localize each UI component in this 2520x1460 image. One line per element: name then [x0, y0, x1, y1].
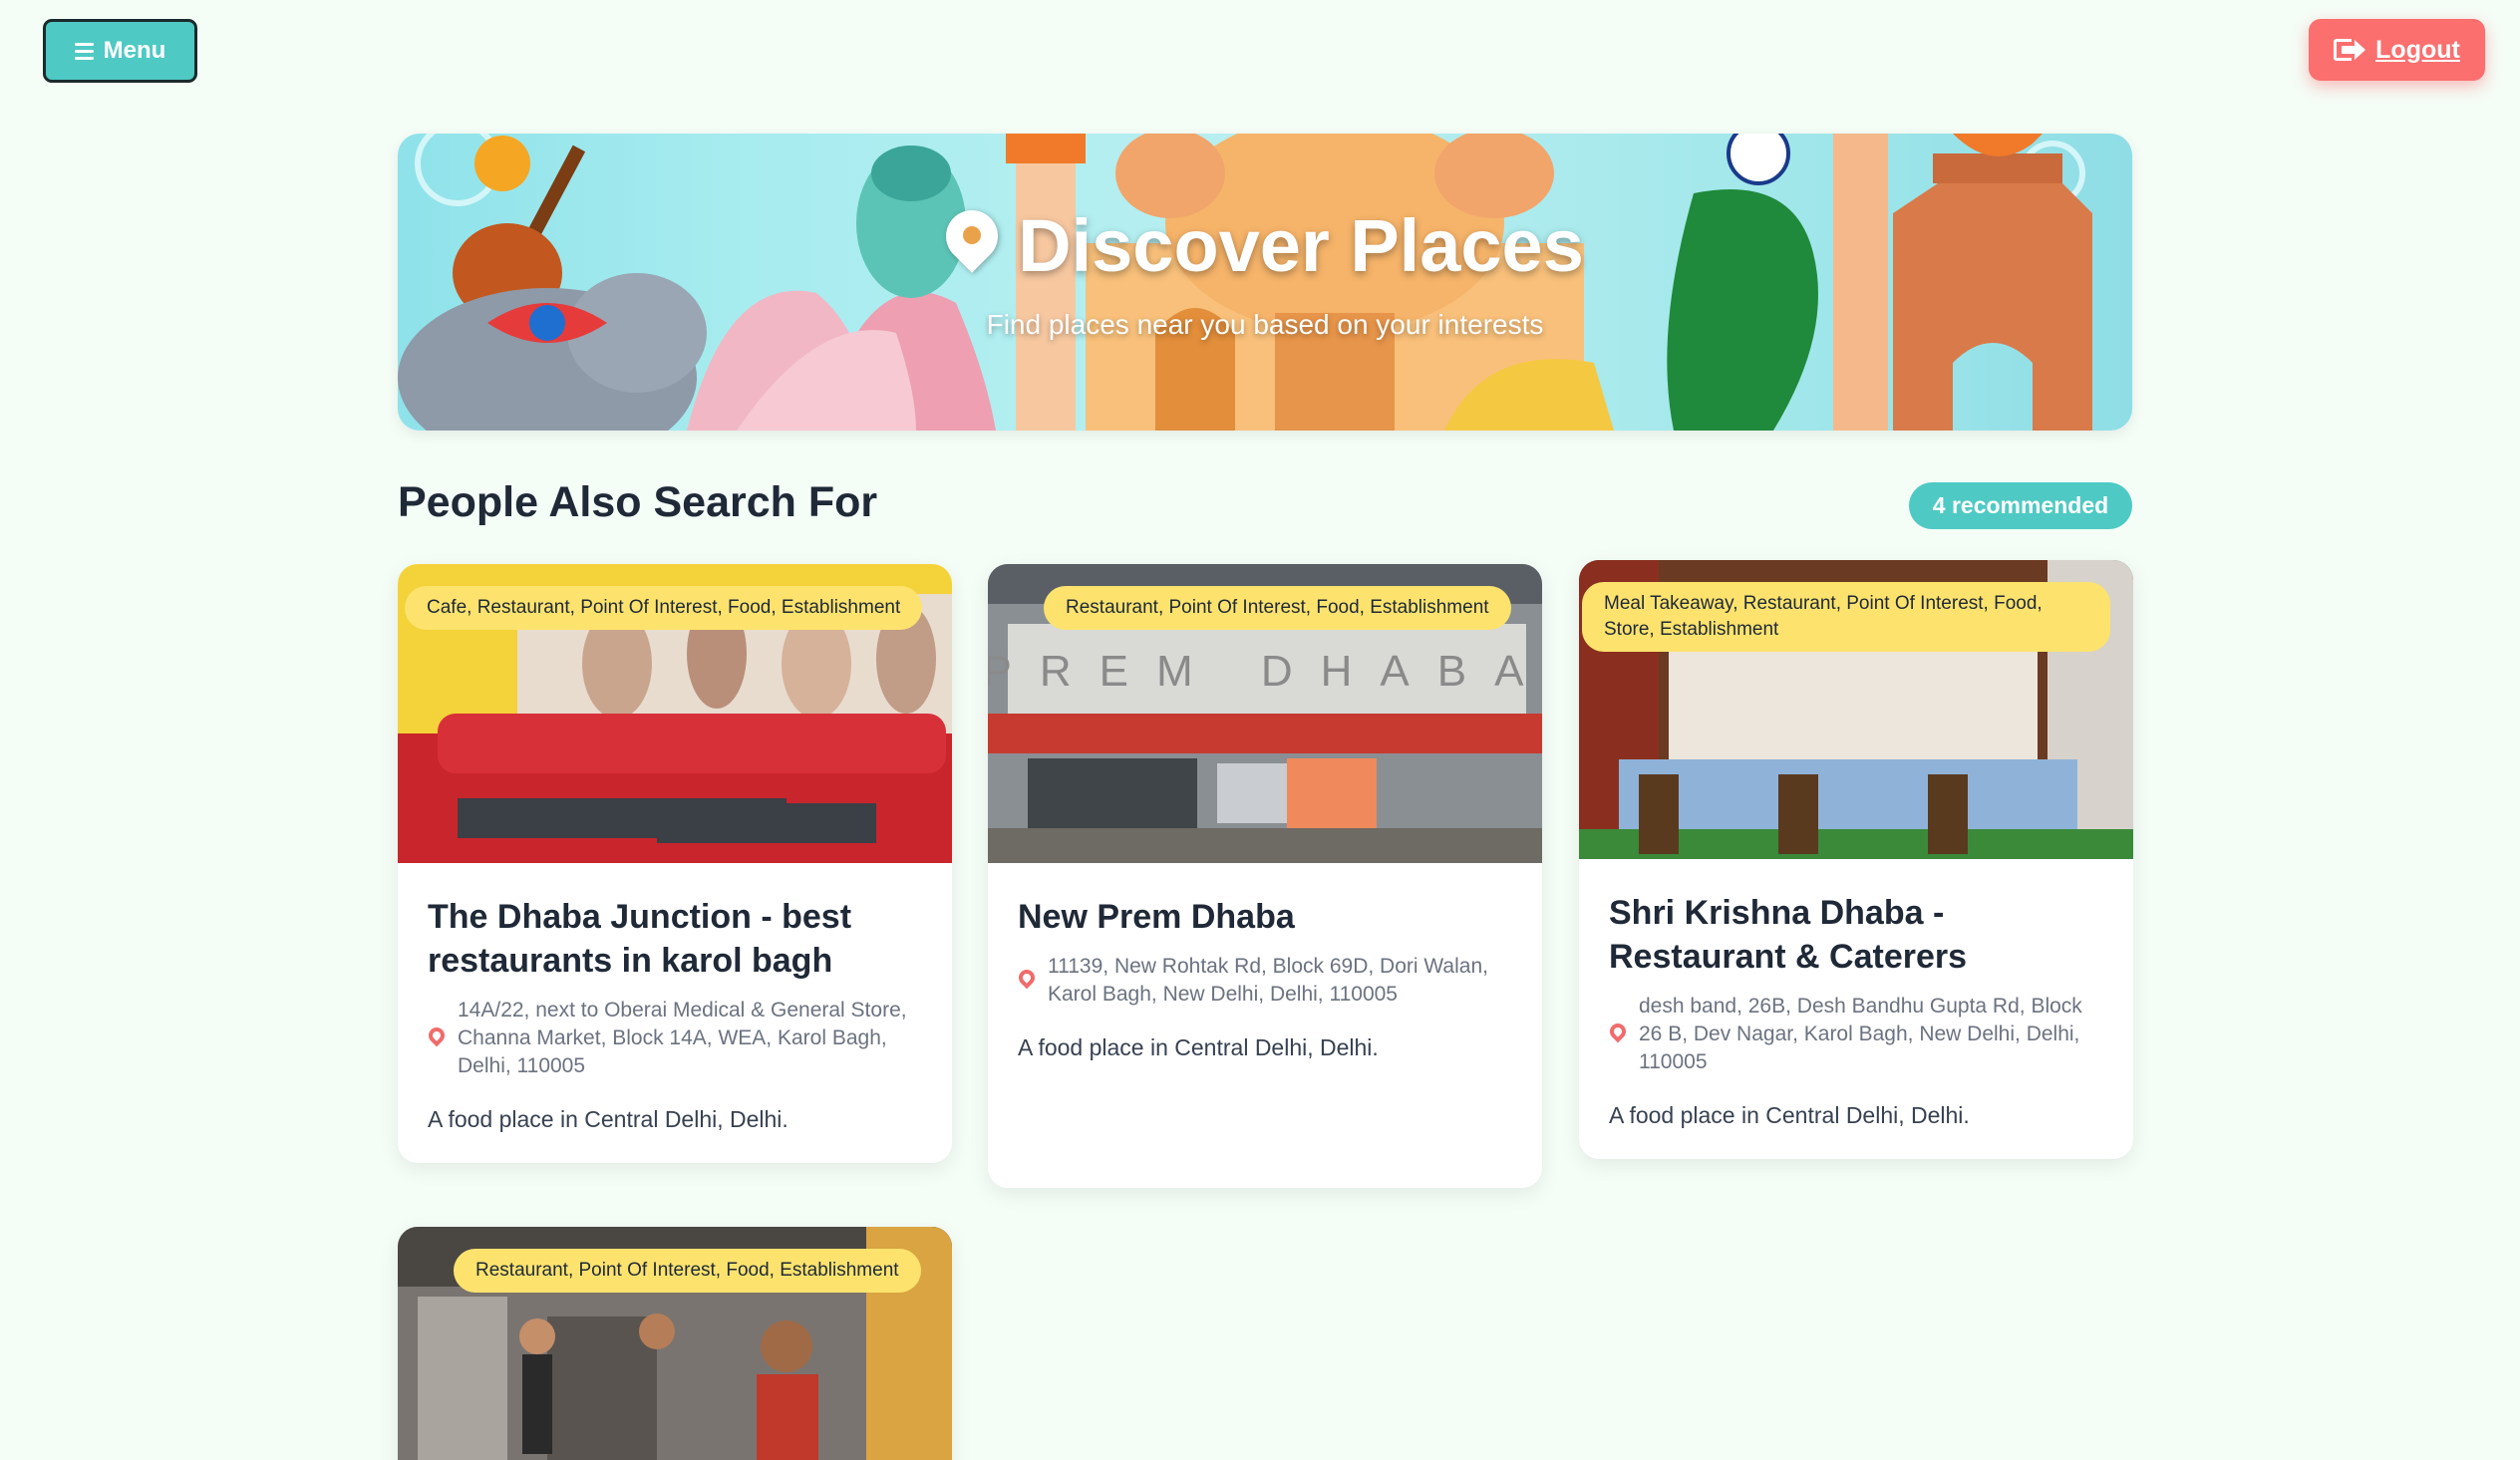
menu-button[interactable]: Menu: [43, 19, 197, 83]
menu-button-label: Menu: [103, 37, 166, 64]
place-address: 14A/22, next to Oberai Medical & General…: [425, 997, 922, 1080]
place-title: The Dhaba Junction - best restaurants in…: [428, 898, 852, 980]
place-card[interactable]: Restaurant, Point Of Interest, Food, Est…: [398, 1227, 952, 1460]
place-card[interactable]: PREM DHABA Restaurant, Point Of Interest…: [988, 564, 1542, 1188]
section-title: People Also Search For: [398, 478, 878, 526]
place-address: 11139, New Rohtak Rd, Block 69D, Dori Wa…: [1015, 953, 1512, 1009]
category-tag: Cafe, Restaurant, Point Of Interest, Foo…: [405, 586, 923, 630]
logout-icon: [2334, 38, 2366, 62]
map-pin-icon: [935, 198, 1009, 282]
location-pin-icon: [1606, 1020, 1630, 1046]
location-pin-icon: [1015, 966, 1039, 993]
hero-title: Discover Places: [398, 198, 2132, 288]
place-title: New Prem Dhaba: [1018, 898, 1295, 936]
recommended-count-badge: 4 recommended: [1909, 482, 2132, 529]
place-address-text: desh band, 26B, Desh Bandhu Gupta Rd, Bl…: [1639, 995, 2082, 1073]
location-pin-icon: [425, 1023, 449, 1050]
place-address-text: 11139, New Rohtak Rd, Block 69D, Dori Wa…: [1048, 955, 1488, 1006]
storefront-sign-text: PREM DHABA: [988, 647, 1542, 696]
place-image: PREM DHABA Restaurant, Point Of Interest…: [988, 564, 1542, 863]
place-image: Meal Takeaway, Restaurant, Point Of Inte…: [1579, 560, 2133, 859]
place-address: desh band, 26B, Desh Bandhu Gupta Rd, Bl…: [1606, 993, 2103, 1076]
place-description: A food place in Central Delhi, Delhi.: [1609, 1102, 1970, 1128]
hero-subtitle: Find places near you based on your inter…: [986, 309, 1544, 340]
category-tag: Restaurant, Point Of Interest, Food, Est…: [1044, 586, 1511, 630]
place-title: Shri Krishna Dhaba - Restaurant & Catere…: [1609, 894, 1968, 976]
category-tag: Meal Takeaway, Restaurant, Point Of Inte…: [1582, 582, 2110, 652]
hero-banner: Discover Places Find places near you bas…: [398, 134, 2132, 431]
place-description: A food place in Central Delhi, Delhi.: [1018, 1034, 1379, 1060]
logout-button-label: Logout: [2375, 35, 2460, 64]
place-card[interactable]: Cafe, Restaurant, Point Of Interest, Foo…: [398, 564, 952, 1163]
category-tag: Restaurant, Point Of Interest, Food, Est…: [454, 1249, 921, 1293]
place-card[interactable]: Meal Takeaway, Restaurant, Point Of Inte…: [1579, 560, 2133, 1159]
place-image: Restaurant, Point Of Interest, Food, Est…: [398, 1227, 952, 1460]
place-address-text: 14A/22, next to Oberai Medical & General…: [458, 999, 907, 1077]
place-description: A food place in Central Delhi, Delhi.: [428, 1106, 788, 1132]
hamburger-icon: [74, 42, 94, 60]
logout-button[interactable]: Logout: [2309, 19, 2485, 81]
place-image: Cafe, Restaurant, Point Of Interest, Foo…: [398, 564, 952, 863]
hero-title-text: Discover Places: [1018, 204, 1584, 287]
